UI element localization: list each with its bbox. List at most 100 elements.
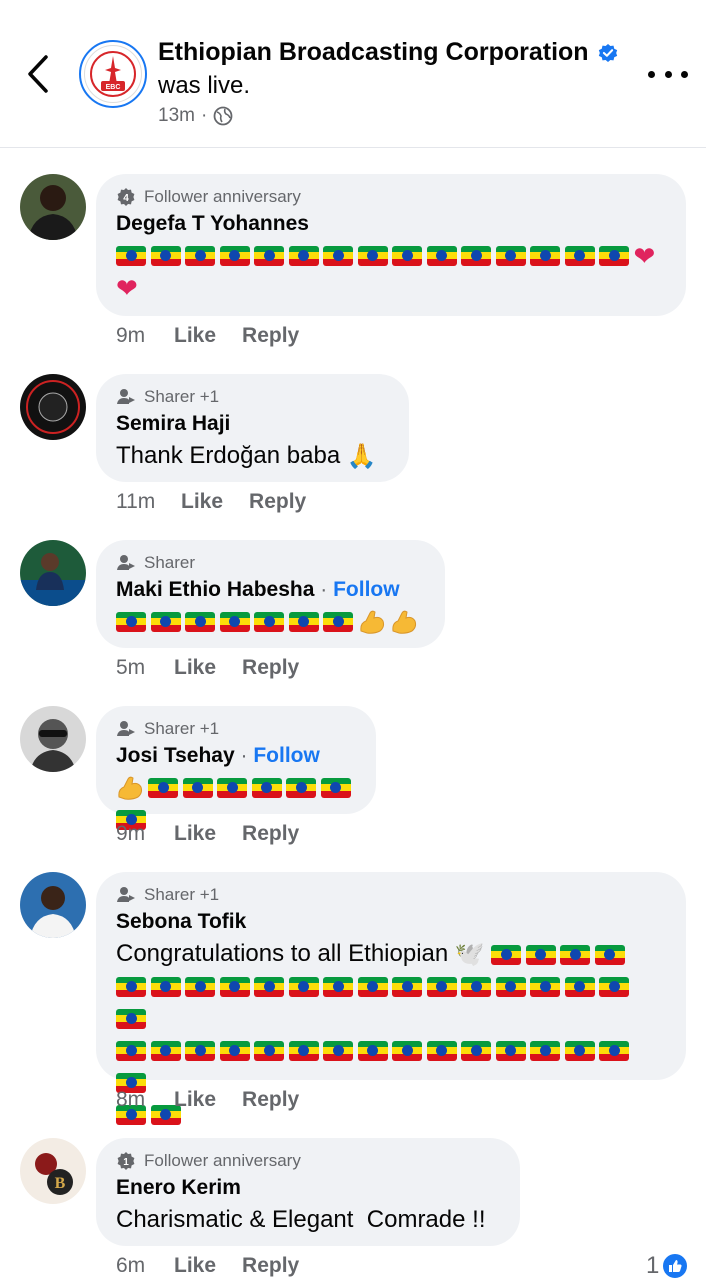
comment-time[interactable]: 9m [116, 324, 174, 348]
like-button[interactable]: Like [174, 1254, 216, 1278]
sharer-icon [117, 555, 135, 570]
author-name[interactable]: Sebona Tofik [116, 910, 246, 933]
page-name-text[interactable]: Ethiopian Broadcasting Corporation [158, 38, 589, 67]
author-name[interactable]: Semira Haji [116, 412, 230, 435]
like-button[interactable]: Like [174, 324, 216, 348]
avatar[interactable] [20, 374, 86, 440]
avatar[interactable] [20, 706, 86, 772]
comment-bubble[interactable]: Sharer Maki Ethio Habesha · Follow [96, 540, 445, 648]
ethiopia-flag-emoji [323, 611, 353, 632]
follow-separator: · [240, 744, 248, 767]
ethiopia-flag-emoji [288, 611, 319, 632]
ethiopia-flag-emoji [116, 1008, 146, 1029]
ethiopia-flag-emoji [599, 976, 629, 997]
reply-button[interactable]: Reply [242, 1088, 299, 1112]
back-button[interactable] [22, 52, 56, 96]
comment-author[interactable]: Sebona Tofik [116, 910, 666, 934]
ethiopia-flag-emoji [254, 245, 284, 266]
follow-button[interactable]: Follow [333, 578, 400, 601]
ethiopia-flag-emoji [461, 245, 491, 266]
sharer-icon [117, 389, 135, 404]
ethiopia-flag-emoji [217, 777, 247, 798]
thumbs-up-icon [661, 1252, 690, 1280]
globe-icon [213, 106, 233, 126]
sharer-badge: Sharer [116, 552, 425, 574]
ethiopia-flag-emoji [491, 944, 522, 965]
comment-text-content: Congratulations to all Ethiopian [116, 940, 449, 967]
comment-time[interactable]: 11m [116, 490, 181, 514]
follow-button[interactable]: Follow [253, 744, 320, 767]
like-button[interactable]: Like [174, 1088, 216, 1112]
author-name[interactable]: Josi Tsehay [116, 744, 235, 767]
comment-bubble[interactable]: Sharer +1 Sebona Tofik Congratulations t… [96, 872, 686, 1125]
ethiopia-flag-emoji [594, 944, 625, 965]
reply-button[interactable]: Reply [242, 656, 299, 680]
ethiopia-flag-emoji [392, 1040, 422, 1061]
dove-emoji: 🕊️ [454, 940, 485, 968]
ethiopia-flag-emoji [392, 245, 422, 266]
reply-button[interactable]: Reply [242, 822, 299, 846]
comment-actions: 9m Like Reply [116, 822, 299, 846]
ethiopia-flag-emoji [251, 777, 282, 798]
like-button[interactable]: Like [181, 490, 223, 514]
badge-label: Follower anniversary [144, 1151, 301, 1170]
anniversary-icon: 1 [117, 1152, 135, 1170]
comment-time[interactable]: 5m [116, 656, 174, 680]
avatar[interactable]: B [20, 1138, 86, 1204]
author-name[interactable]: Enero Kerim [116, 1176, 241, 1199]
ethiopia-flag-emoji [116, 611, 146, 632]
more-dot [664, 70, 672, 78]
page-name[interactable]: Ethiopian Broadcasting Corporation [158, 38, 619, 67]
flexed-biceps-emoji [118, 776, 143, 800]
chevron-left-icon [28, 55, 48, 93]
like-button[interactable]: Like [174, 656, 216, 680]
sharer-badge: Sharer +1 [116, 386, 389, 408]
badge-label: Sharer [144, 553, 196, 572]
ethiopia-flag-emoji [495, 245, 526, 266]
badge-label: Sharer +1 [144, 885, 220, 904]
ethiopia-flag-emoji [495, 976, 526, 997]
more-dot [681, 70, 688, 78]
ethiopia-flag-emoji [219, 976, 250, 997]
comment-bubble[interactable]: Sharer +1 Semira Haji Thank Erdoğan baba… [96, 374, 409, 482]
like-button[interactable]: Like [174, 822, 216, 846]
reply-button[interactable]: Reply [242, 324, 299, 348]
comment-time[interactable]: 6m [116, 1254, 174, 1278]
avatar[interactable] [20, 174, 86, 240]
comment-actions: 8m Like Reply [116, 1088, 299, 1112]
reaction-count[interactable]: 1 [646, 1252, 690, 1280]
follow-separator: · [320, 578, 328, 601]
post-header: EBC Ethiopian Broadcasting Corporation w… [0, 0, 706, 148]
comment-actions: 6m Like Reply [116, 1254, 299, 1278]
comment-author[interactable]: Degefa T Yohannes [116, 212, 666, 236]
avatar[interactable] [20, 540, 86, 606]
reply-button[interactable]: Reply [242, 1254, 299, 1278]
sharer-badge: Sharer +1 [116, 718, 356, 740]
comment-author[interactable]: Enero Kerim [116, 1176, 500, 1200]
page-avatar[interactable]: EBC [79, 40, 147, 108]
avatar[interactable] [20, 872, 86, 938]
more-options-button[interactable] [648, 60, 688, 88]
reply-button[interactable]: Reply [249, 490, 306, 514]
comment-bubble[interactable]: 4 Follower anniversary Degefa T Yohannes… [96, 174, 686, 316]
sharer-icon [117, 721, 135, 736]
anniversary-icon: 4 [117, 188, 135, 206]
ethiopia-flag-emoji [288, 976, 319, 997]
comment-actions: 9m Like Reply [116, 324, 299, 348]
ethiopia-flag-emoji [185, 245, 215, 266]
comment-bubble[interactable]: Sharer +1 Josi Tsehay · Follow [96, 706, 376, 830]
verified-badge-icon [598, 43, 617, 62]
ethiopia-flag-emoji [150, 611, 181, 632]
post-time[interactable]: 13m [158, 105, 195, 127]
comment-bubble[interactable]: 1 Follower anniversary Enero Kerim Chari… [96, 1138, 520, 1246]
author-name[interactable]: Maki Ethio Habesha [116, 578, 314, 601]
comment-time[interactable]: 8m [116, 1088, 174, 1112]
comment-author[interactable]: Semira Haji [116, 412, 389, 436]
comment-actions: 5m Like Reply [116, 656, 299, 680]
svg-text:1: 1 [123, 1157, 129, 1168]
ethiopia-flag-emoji [185, 611, 215, 632]
author-name[interactable]: Degefa T Yohannes [116, 212, 309, 235]
ethiopia-flag-emoji [150, 976, 181, 997]
comment-time[interactable]: 9m [116, 822, 174, 846]
ethiopia-flag-emoji [116, 1040, 146, 1061]
